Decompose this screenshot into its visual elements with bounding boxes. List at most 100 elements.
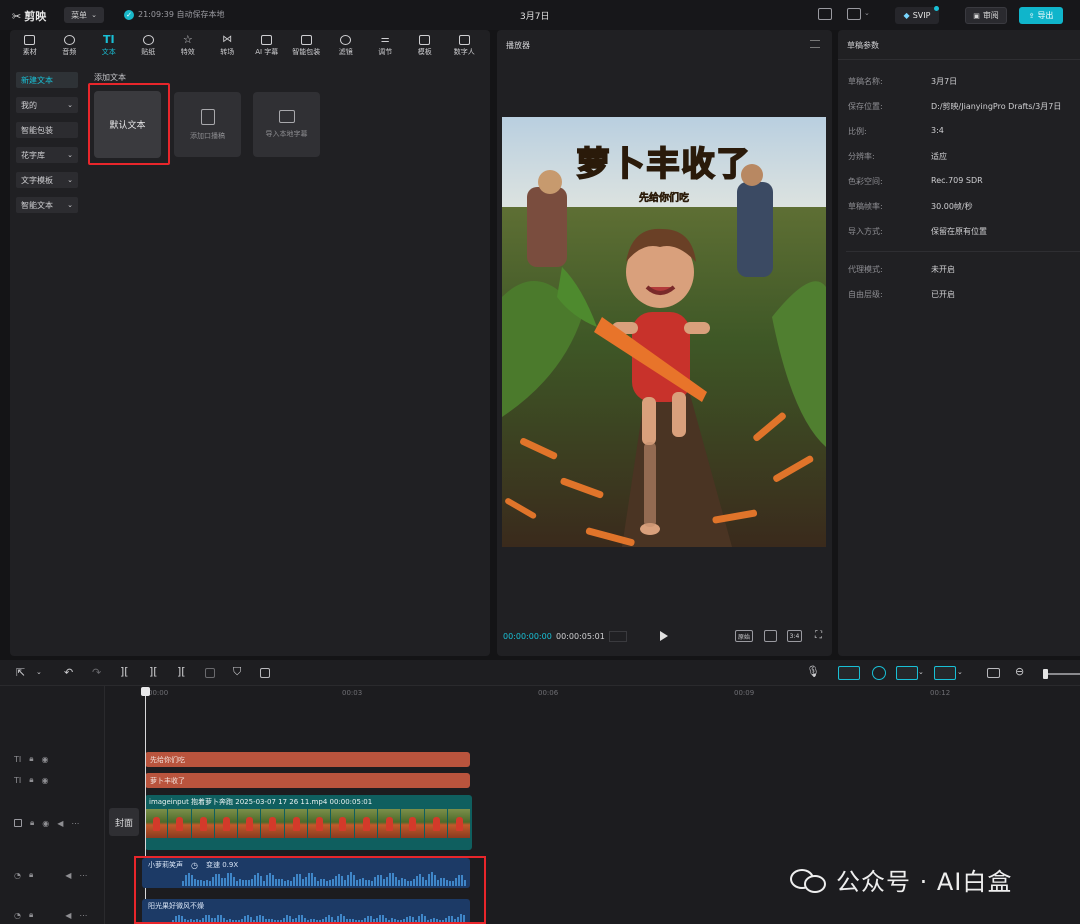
thumbnail xyxy=(308,809,332,838)
tab-transition[interactable]: ⋈ 转场 xyxy=(208,30,248,62)
chevron-down-icon[interactable]: ⌄ xyxy=(36,668,42,676)
hamburger-icon[interactable] xyxy=(810,40,820,48)
sidebar-item-text-template[interactable]: 文字模板 ⌄ xyxy=(16,172,78,188)
check-icon: ✓ xyxy=(124,9,134,20)
effects-icon: ☆ xyxy=(182,33,193,46)
tab-label: 特效 xyxy=(180,48,195,56)
cover-button[interactable]: 封面 xyxy=(109,808,139,836)
trim-left-icon[interactable]: ][ xyxy=(149,665,158,678)
prop-value: 未开启 xyxy=(931,265,955,274)
preview-axis-icon[interactable] xyxy=(934,666,956,680)
chevron-down-icon[interactable]: ⌄ xyxy=(918,668,924,676)
export-button[interactable]: ⇪ 导出 xyxy=(1019,7,1063,24)
shield-icon[interactable]: ⛉ xyxy=(233,665,241,679)
speaker-icon[interactable]: ◀ xyxy=(57,819,63,828)
sidebar-item-smart-text[interactable]: 智能文本 ⌄ xyxy=(16,197,78,213)
shortcut-icon[interactable] xyxy=(818,8,832,20)
review-icon: ▣ xyxy=(973,11,980,20)
more-icon[interactable]: ⋯ xyxy=(79,911,87,920)
autosave-text: 21:09:39 自动保存本地 xyxy=(138,10,225,19)
sidebar-item-label: 花字库 xyxy=(21,150,45,160)
sidebar-item-mine[interactable]: 我的 ⌄ xyxy=(16,97,78,113)
zoom-out-icon[interactable]: ⊖ xyxy=(1015,665,1024,678)
ai-subtitle-icon xyxy=(261,35,273,45)
capcut-logo-icon: ✂ xyxy=(12,9,22,23)
tab-label: 调节 xyxy=(378,48,393,56)
microphone-icon[interactable]: 🎙 xyxy=(806,665,820,678)
tab-template[interactable]: 模板 xyxy=(405,30,445,62)
menu-button[interactable]: 菜单 ⌄ xyxy=(64,7,104,23)
video-track-icon xyxy=(14,819,22,827)
diamond-icon: ◆ xyxy=(903,11,910,20)
review-button[interactable]: ▣ 审阅 xyxy=(965,7,1007,24)
audio-track-icon: ◔ xyxy=(14,870,21,880)
snap-icon[interactable] xyxy=(868,666,890,680)
eye-icon[interactable]: ◉ xyxy=(42,776,49,785)
subtitle-icon[interactable] xyxy=(987,668,1000,678)
tab-audio[interactable]: 音频 xyxy=(50,30,90,62)
tab-filter[interactable]: 滤镜 xyxy=(326,30,366,62)
text-clip[interactable]: 萝卜丰收了 xyxy=(145,773,470,788)
zoom-slider-track[interactable] xyxy=(1045,673,1080,675)
fullscreen-icon[interactable]: ⛶ xyxy=(815,630,822,641)
playhead-handle[interactable] xyxy=(141,687,150,696)
play-icon[interactable] xyxy=(660,631,668,641)
tab-ai-subtitle[interactable]: AI 字幕 xyxy=(247,30,287,62)
audio-icon xyxy=(63,35,75,45)
original-button[interactable]: 原始 xyxy=(735,630,753,642)
layout-icon[interactable] xyxy=(847,8,861,20)
eye-icon[interactable]: ◉ xyxy=(42,819,49,828)
crop-icon[interactable] xyxy=(764,630,777,642)
freeze-icon[interactable] xyxy=(260,668,270,678)
thumbnail xyxy=(284,809,309,838)
speaker-icon[interactable]: ◀ xyxy=(65,911,71,920)
lock-icon[interactable]: 🔒︎ xyxy=(29,870,33,880)
segment-icon[interactable] xyxy=(609,631,627,642)
export-icon: ⇪ xyxy=(1028,11,1035,20)
tab-media[interactable]: 素材 xyxy=(10,30,50,62)
lock-icon[interactable]: 🔒︎ xyxy=(30,818,34,828)
video-preview[interactable]: 萝卜丰收了 先给你们吃 xyxy=(502,117,826,547)
add-script-card[interactable]: 添加口播稿 xyxy=(174,92,241,157)
audio-track-header: ◔ 🔒︎ ◀ ⋯ xyxy=(14,870,87,880)
redo-icon[interactable]: ↷ xyxy=(92,666,101,679)
more-icon[interactable]: ⋯ xyxy=(71,819,79,828)
prop-value: Rec.709 SDR xyxy=(931,176,983,185)
linkage-icon[interactable] xyxy=(896,666,918,680)
tab-digital-human[interactable]: 数字人 xyxy=(445,30,485,62)
zoom-slider-handle[interactable] xyxy=(1043,669,1048,679)
svip-button[interactable]: ◆ SVIP xyxy=(895,7,939,24)
trim-right-icon[interactable]: ][ xyxy=(177,665,186,678)
undo-icon[interactable]: ↶ xyxy=(64,666,73,679)
player-title: 播放器 xyxy=(506,41,530,50)
tab-smart-pack[interactable]: 智能包装 xyxy=(287,30,327,62)
eye-icon[interactable]: ◉ xyxy=(42,755,49,764)
speaker-icon[interactable]: ◀ xyxy=(65,871,71,880)
layout-chevron-icon[interactable]: ⌄ xyxy=(864,9,870,17)
lock-icon[interactable]: 🔒︎ xyxy=(29,910,33,920)
tab-effects[interactable]: ☆ 特效 xyxy=(168,30,208,62)
sidebar-item-new-text[interactable]: 新建文本 xyxy=(16,72,78,88)
prop-label: 保存位置: xyxy=(848,102,883,111)
text-clip[interactable]: 先给你们吃 xyxy=(145,752,470,767)
tab-text[interactable]: TI 文本 xyxy=(89,30,129,62)
lock-icon[interactable]: 🔒︎ xyxy=(29,754,33,764)
sidebar-item-smart-pack[interactable]: 智能包装 xyxy=(16,122,78,138)
lock-icon[interactable]: 🔒︎ xyxy=(29,775,33,785)
link-main-track-icon[interactable] xyxy=(838,666,860,680)
tab-label: 音频 xyxy=(62,48,77,56)
more-icon[interactable]: ⋯ xyxy=(79,871,87,880)
tab-label: 模板 xyxy=(417,48,432,56)
sidebar-item-flower-text[interactable]: 花字库 ⌄ xyxy=(16,147,78,163)
ratio-button[interactable]: 3:4 xyxy=(787,630,802,642)
sidebar-item-label: 智能文本 xyxy=(21,200,53,210)
split-icon[interactable]: ][ xyxy=(120,665,129,678)
tab-label: 转场 xyxy=(220,48,235,56)
delete-icon[interactable] xyxy=(205,668,215,678)
chevron-down-icon[interactable]: ⌄ xyxy=(957,668,963,676)
tab-label: 滤镜 xyxy=(338,48,353,56)
import-subtitle-card[interactable]: 导入本地字幕 xyxy=(253,92,320,157)
tab-sticker[interactable]: 贴纸 xyxy=(129,30,169,62)
tab-adjust[interactable]: ⚌ 调节 xyxy=(366,30,406,62)
select-cursor-icon[interactable]: ⇱ xyxy=(16,666,25,679)
